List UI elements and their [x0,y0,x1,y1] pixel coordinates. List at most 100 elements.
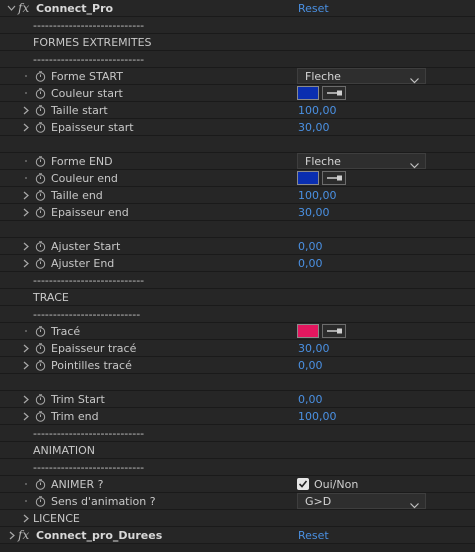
property-row-taille-start: Taille start 100,00 [0,102,475,119]
color-swatch[interactable] [297,171,319,185]
bullet-dot [25,160,27,162]
stopwatch-icon[interactable] [35,156,46,167]
property-label: ANIMER ? [51,478,104,491]
section-title: TRACE [33,291,69,304]
stopwatch-icon[interactable] [35,71,46,82]
group-label: LICENCE [33,512,80,525]
sens-animation-dropdown[interactable]: G>D [297,493,426,509]
reset-button[interactable]: Reset [298,2,329,15]
animer-checkbox[interactable] [297,478,309,490]
color-swatch[interactable] [297,324,319,338]
chevron-right-icon[interactable] [21,343,30,354]
property-row-trim-start: Trim Start 0,00 [0,391,475,408]
property-row-animer: ANIMER ? Oui/Non [0,476,475,493]
property-label: Taille end [51,189,103,202]
property-value[interactable]: 0,00 [298,393,323,406]
effect-header[interactable]: fx Connect_pro_Durees Reset [0,527,475,544]
section-title-row: FORMES EXTREMITES [0,34,475,51]
forme-start-dropdown[interactable]: Fleche [297,68,426,84]
stopwatch-icon[interactable] [35,190,46,201]
spacer-row [0,221,475,238]
stopwatch-icon[interactable] [35,394,46,405]
stopwatch-icon[interactable] [35,241,46,252]
chevron-down-icon[interactable] [7,3,16,14]
stopwatch-icon[interactable] [35,479,46,490]
section-title-row: TRACE [0,289,475,306]
forme-end-dropdown[interactable]: Fleche [297,153,426,169]
chevron-right-icon[interactable] [21,241,30,252]
property-value[interactable]: 30,00 [298,121,330,134]
property-label: Epaisseur end [51,206,129,219]
separator-row: ---------------------------- [0,272,475,289]
color-swatch[interactable] [297,86,319,100]
stopwatch-icon[interactable] [35,411,46,422]
checkbox-label[interactable]: Oui/Non [314,478,358,491]
spacer-row [0,374,475,391]
separator-text: ---------------------------- [33,274,145,287]
property-row-trace: Tracé [0,323,475,340]
bullet-dot [25,75,27,77]
effect-header[interactable]: fx Connect_Pro Reset [0,0,475,17]
property-row-couleur-end: Couleur end [0,170,475,187]
chevron-right-icon[interactable] [21,207,30,218]
stopwatch-icon[interactable] [35,326,46,337]
spacer-row [0,136,475,153]
eyedropper-icon[interactable] [322,171,346,185]
property-value[interactable]: 100,00 [298,104,337,117]
property-value[interactable]: 30,00 [298,342,330,355]
chevron-right-icon[interactable] [21,105,30,116]
fx-icon[interactable]: fx [18,528,29,542]
property-label: Forme START [51,70,123,83]
property-value[interactable]: 100,00 [298,189,337,202]
eyedropper-icon[interactable] [322,86,346,100]
stopwatch-icon[interactable] [35,207,46,218]
stopwatch-icon[interactable] [35,122,46,133]
separator-row: ---------------------------- [0,459,475,476]
stopwatch-icon[interactable] [35,496,46,507]
property-label: Ajuster Start [51,240,121,253]
bullet-dot [25,330,27,332]
property-value[interactable]: 100,00 [298,410,337,423]
dropdown-value: Fleche [305,70,341,83]
property-row-epaisseur-trace: Epaisseur tracé 30,00 [0,340,475,357]
property-row-sens-animation: Sens d'animation ? G>D [0,493,475,510]
property-label: Forme END [51,155,113,168]
stopwatch-icon[interactable] [35,258,46,269]
chevron-right-icon[interactable] [7,530,16,541]
effect-name: Connect_pro_Durees [36,529,163,542]
eyedropper-icon[interactable] [322,324,346,338]
property-value[interactable]: 0,00 [298,240,323,253]
stopwatch-icon[interactable] [35,88,46,99]
property-value[interactable]: 30,00 [298,206,330,219]
dropdown-value: G>D [305,495,332,508]
property-label: Tracé [51,325,81,338]
reset-button[interactable]: Reset [298,529,329,542]
property-row-couleur-start: Couleur start [0,85,475,102]
chevron-right-icon[interactable] [21,394,30,405]
property-label: Trim end [51,410,99,423]
chevron-right-icon[interactable] [21,360,30,371]
property-value[interactable]: 0,00 [298,359,323,372]
dropdown-value: Fleche [305,155,341,168]
chevron-right-icon[interactable] [21,122,30,133]
fx-icon[interactable]: fx [18,1,29,15]
property-row-ajuster-end: Ajuster End 0,00 [0,255,475,272]
property-row-epaisseur-end: Epaisseur end 30,00 [0,204,475,221]
property-row-taille-end: Taille end 100,00 [0,187,475,204]
chevron-right-icon[interactable] [21,513,30,524]
stopwatch-icon[interactable] [35,360,46,371]
bullet-dot [25,177,27,179]
chevron-right-icon[interactable] [21,411,30,422]
property-group-licence[interactable]: LICENCE [0,510,475,527]
separator-text: --------------------------- [33,308,141,321]
property-value[interactable]: 0,00 [298,257,323,270]
property-label: Couleur end [51,172,118,185]
stopwatch-icon[interactable] [35,105,46,116]
chevron-right-icon[interactable] [21,258,30,269]
separator-text: ---------------------------- [33,427,145,440]
stopwatch-icon[interactable] [35,343,46,354]
bullet-dot [25,92,27,94]
stopwatch-icon[interactable] [35,173,46,184]
chevron-right-icon[interactable] [21,190,30,201]
property-label: Pointilles tracé [51,359,132,372]
